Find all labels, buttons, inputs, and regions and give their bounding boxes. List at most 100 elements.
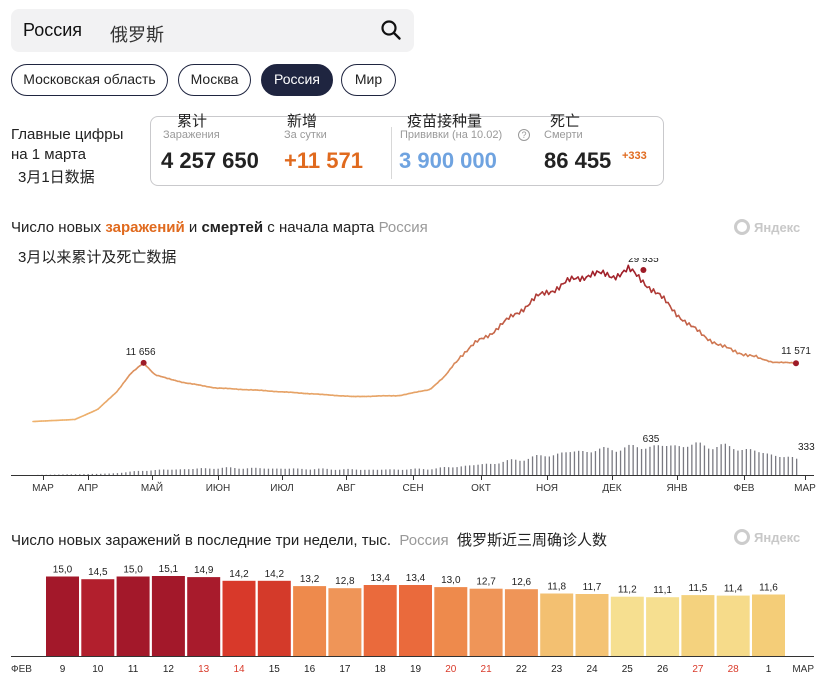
yandex-watermark-text: Яндекс [754, 530, 801, 545]
bar-day-23 [540, 593, 574, 656]
bar-value-label: 13,4 [406, 573, 426, 584]
death-bar [422, 469, 425, 475]
death-bar [62, 474, 64, 475]
death-bar [494, 464, 496, 475]
cases-line-segment [642, 279, 646, 287]
death-bar [557, 453, 559, 475]
bar-value-label: 12,8 [335, 576, 355, 587]
death-bar [305, 469, 307, 475]
day-label: 13 [198, 664, 210, 675]
death-bar [192, 469, 194, 475]
day-label: 9 [60, 664, 66, 675]
cases-label: Заражения [163, 129, 220, 141]
death-bar [464, 465, 467, 475]
death-bar [691, 444, 693, 475]
death-bar [150, 470, 152, 475]
yandex-watermark: Яндекс [734, 219, 800, 235]
bar-value-label: 13,2 [300, 574, 320, 585]
death-bar [343, 469, 345, 475]
cases-line-segment [663, 295, 667, 304]
death-bar [137, 470, 140, 475]
death-bar [133, 471, 135, 475]
death-bar [536, 455, 538, 475]
death-bar [309, 469, 311, 475]
bar-day-14 [222, 580, 256, 656]
month-label: СЕН [402, 483, 423, 494]
info-icon[interactable]: ? [518, 129, 530, 141]
death-bar [263, 468, 265, 475]
death-bar [443, 467, 446, 475]
day-label: 27 [692, 664, 704, 675]
death-bar [578, 450, 580, 475]
search-icon[interactable] [380, 19, 402, 41]
death-bar [204, 468, 207, 475]
death-bar [661, 445, 664, 475]
search-bar[interactable]: Россия 俄罗斯 [11, 9, 414, 52]
bar-day-13 [187, 577, 221, 656]
death-bar [389, 469, 391, 475]
death-bar [745, 449, 747, 475]
cases-line-segment [522, 305, 527, 313]
bar-day-11 [116, 576, 150, 656]
death-bar [288, 468, 290, 475]
death-bar [355, 469, 358, 475]
death-bar [272, 468, 274, 475]
deaths-cn-label: 死亡 [550, 113, 581, 130]
chart2-title-text: Число новых заражений в последние три не… [11, 532, 392, 549]
month-label: ФЕВ [734, 483, 755, 494]
bar-day-21 [469, 588, 503, 656]
death-bar [297, 468, 299, 475]
death-bar [125, 472, 127, 475]
tab-moscow[interactable]: Москва [178, 64, 251, 96]
death-bar [775, 455, 777, 475]
day-label: 20 [445, 664, 457, 675]
month-label-right: МАР [792, 664, 814, 675]
summary-title-line1: Главные цифры [11, 126, 124, 143]
deaths-value: 86 455 [544, 148, 612, 173]
death-bar [473, 465, 475, 475]
death-bar [678, 446, 680, 475]
death-bar [372, 469, 374, 475]
bar-value-label: 11,6 [759, 583, 778, 594]
death-bar [666, 446, 668, 475]
bar-value-label: 11,1 [653, 585, 672, 596]
bar-value-label: 11,8 [547, 582, 566, 593]
death-bar [427, 469, 429, 475]
day-label: 25 [622, 664, 634, 675]
tab-moscow-region[interactable]: Московская область [11, 64, 168, 96]
death-bar [196, 468, 198, 475]
cases-cn-label: 累计 [177, 113, 208, 130]
death-bar [435, 468, 437, 475]
death-bar [569, 452, 571, 475]
max-deaths-label: 635 [643, 434, 660, 445]
bar-day-27 [681, 595, 715, 656]
search-query[interactable]: Россия [23, 20, 82, 41]
death-bar [586, 452, 588, 475]
bar-value-label: 12,7 [476, 577, 496, 588]
death-bar [146, 470, 148, 475]
month-label: АВГ [337, 483, 356, 494]
death-bar [544, 456, 546, 475]
death-bar [217, 468, 219, 475]
day-label: 1 [766, 664, 772, 675]
death-bar [737, 450, 739, 475]
daily-label: За сутки [284, 129, 327, 141]
chart1-title: Число новых заражений и смертей с начала… [11, 219, 428, 236]
tab-world[interactable]: Мир [341, 64, 396, 96]
death-bar [674, 445, 676, 475]
death-bar [724, 443, 726, 475]
death-bar [183, 469, 186, 475]
death-bar [116, 473, 119, 475]
last-cases-marker [793, 360, 799, 367]
tab-russia[interactable]: Россия [261, 64, 333, 96]
bar-value-label: 13,0 [441, 575, 461, 586]
vaccine-value: 3 900 000 [399, 148, 497, 173]
death-bar [439, 467, 441, 475]
bar-day-15 [257, 580, 291, 656]
death-bar [221, 467, 223, 475]
death-bar [200, 468, 202, 475]
day-label: 26 [657, 664, 669, 675]
daily-cn-label: 新增 [287, 113, 318, 130]
bar-value-label: 11,4 [724, 584, 743, 595]
death-bar [351, 469, 353, 475]
